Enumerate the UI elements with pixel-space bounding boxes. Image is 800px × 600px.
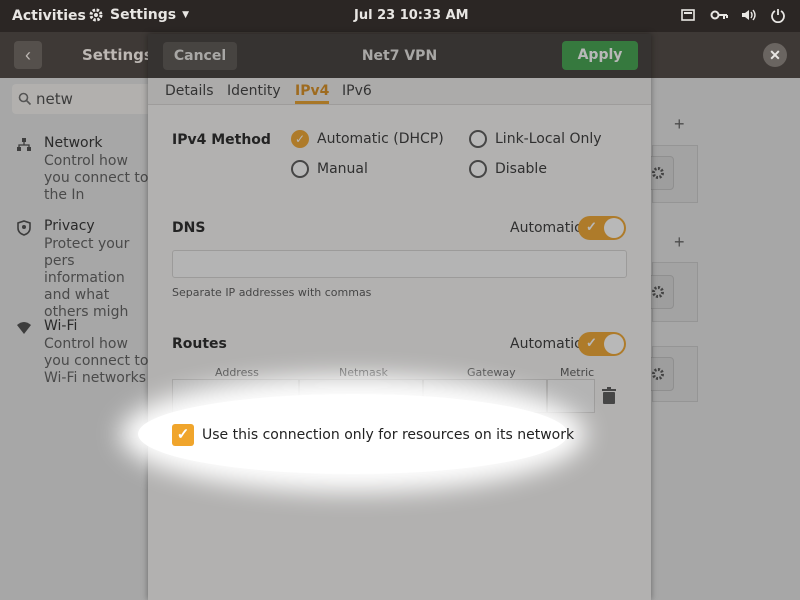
settings-title: Settings — [82, 46, 153, 64]
volume-icon[interactable] — [740, 7, 756, 23]
tab-bar: Details Identity IPv4 IPv6 — [148, 78, 651, 105]
column-header-address: Address — [215, 366, 259, 379]
dns-automatic-toggle[interactable]: ✓ — [578, 216, 626, 240]
tab-details[interactable]: Details — [165, 83, 214, 99]
radio-label: Link-Local Only — [495, 131, 602, 147]
apply-button[interactable]: Apply — [562, 41, 638, 70]
radio-label: Automatic (DHCP) — [317, 131, 444, 147]
back-button[interactable]: ‹ — [14, 41, 42, 69]
toggle-knob — [604, 334, 624, 354]
radio-unchecked-icon — [291, 160, 309, 178]
top-panel: Activities Settings ▼ Jul 23 10:33 AM — [0, 0, 800, 32]
radio-link-local-only[interactable]: Link-Local Only — [469, 130, 602, 148]
sidebar-item-description: Protect your pers information and what o… — [44, 236, 130, 320]
ipv4-method-label: IPv4 Method — [172, 132, 271, 148]
radio-disable[interactable]: Disable — [469, 160, 547, 178]
app-menu[interactable]: Settings ▼ — [88, 7, 189, 23]
tab-identity[interactable]: Identity — [227, 83, 281, 99]
shield-icon — [17, 220, 31, 236]
clock[interactable]: Jul 23 10:33 AM — [354, 8, 469, 23]
app-menu-label: Settings — [110, 7, 177, 23]
power-icon[interactable] — [770, 7, 786, 24]
radio-label: Disable — [495, 161, 547, 177]
dialog-header: Cancel Net7 VPN Apply — [148, 34, 651, 78]
chevron-down-icon: ▼ — [182, 10, 190, 20]
search-query: netw — [36, 90, 73, 108]
gear-icon — [652, 167, 664, 179]
column-header-metric: Metric — [560, 366, 595, 379]
tab-ipv6[interactable]: IPv6 — [342, 83, 372, 99]
routes-automatic-label: Automatic — [510, 336, 582, 352]
activities-button[interactable]: Activities — [12, 8, 86, 24]
routes-label: Routes — [172, 336, 227, 352]
network-icon — [17, 138, 31, 151]
sidebar-item-label: Wi-Fi — [44, 318, 78, 334]
sidebar-item-label: Network — [44, 135, 103, 151]
route-metric-field[interactable] — [547, 379, 595, 413]
gear-icon — [89, 8, 103, 22]
close-icon: ✕ — [769, 47, 781, 63]
add-icon[interactable]: + — [674, 114, 685, 135]
gear-icon — [652, 286, 664, 298]
add-icon[interactable]: + — [674, 232, 685, 253]
sidebar-item-description: Control how you connect to the In — [44, 153, 149, 203]
dns-hint: Separate IP addresses with commas — [172, 286, 372, 299]
tab-ipv4[interactable]: IPv4 — [295, 83, 330, 104]
key-icon[interactable] — [710, 7, 728, 23]
close-button[interactable]: ✕ — [763, 43, 787, 67]
only-resources-checkbox[interactable]: ✓ Use this connection only for resources… — [172, 424, 574, 446]
trash-icon[interactable] — [598, 385, 620, 407]
vpn-dialog: Cancel Net7 VPN Apply Details Identity I… — [148, 34, 651, 600]
sidebar-item-label: Privacy — [44, 218, 95, 234]
radio-unchecked-icon — [469, 160, 487, 178]
dns-automatic-label: Automatic — [510, 220, 582, 236]
column-header-gateway: Gateway — [467, 366, 516, 379]
checkbox-label: Use this connection only for resources o… — [202, 427, 575, 443]
column-header-netmask: Netmask — [339, 366, 388, 379]
search-icon — [18, 92, 32, 106]
check-icon: ✓ — [586, 219, 597, 234]
dimming-overlay — [148, 34, 651, 600]
dns-field[interactable] — [172, 250, 627, 278]
radio-checked-icon: ✓ — [291, 130, 309, 148]
radio-manual[interactable]: Manual — [291, 160, 368, 178]
routes-automatic-toggle[interactable]: ✓ — [578, 332, 626, 356]
toggle-knob — [604, 218, 624, 238]
screen-icon[interactable] — [680, 7, 696, 23]
radio-automatic-dhcp[interactable]: ✓ Automatic (DHCP) — [291, 130, 444, 148]
dns-label: DNS — [172, 220, 206, 236]
checkbox-checked-icon: ✓ — [172, 424, 194, 446]
check-icon: ✓ — [586, 335, 597, 350]
radio-unchecked-icon — [469, 130, 487, 148]
wifi-icon — [17, 322, 31, 334]
system-tray[interactable] — [680, 7, 786, 24]
sidebar-item-description: Control how you connect to Wi-Fi network… — [44, 336, 149, 386]
radio-label: Manual — [317, 161, 368, 177]
gear-icon — [652, 368, 664, 380]
chevron-left-icon: ‹ — [25, 45, 31, 65]
